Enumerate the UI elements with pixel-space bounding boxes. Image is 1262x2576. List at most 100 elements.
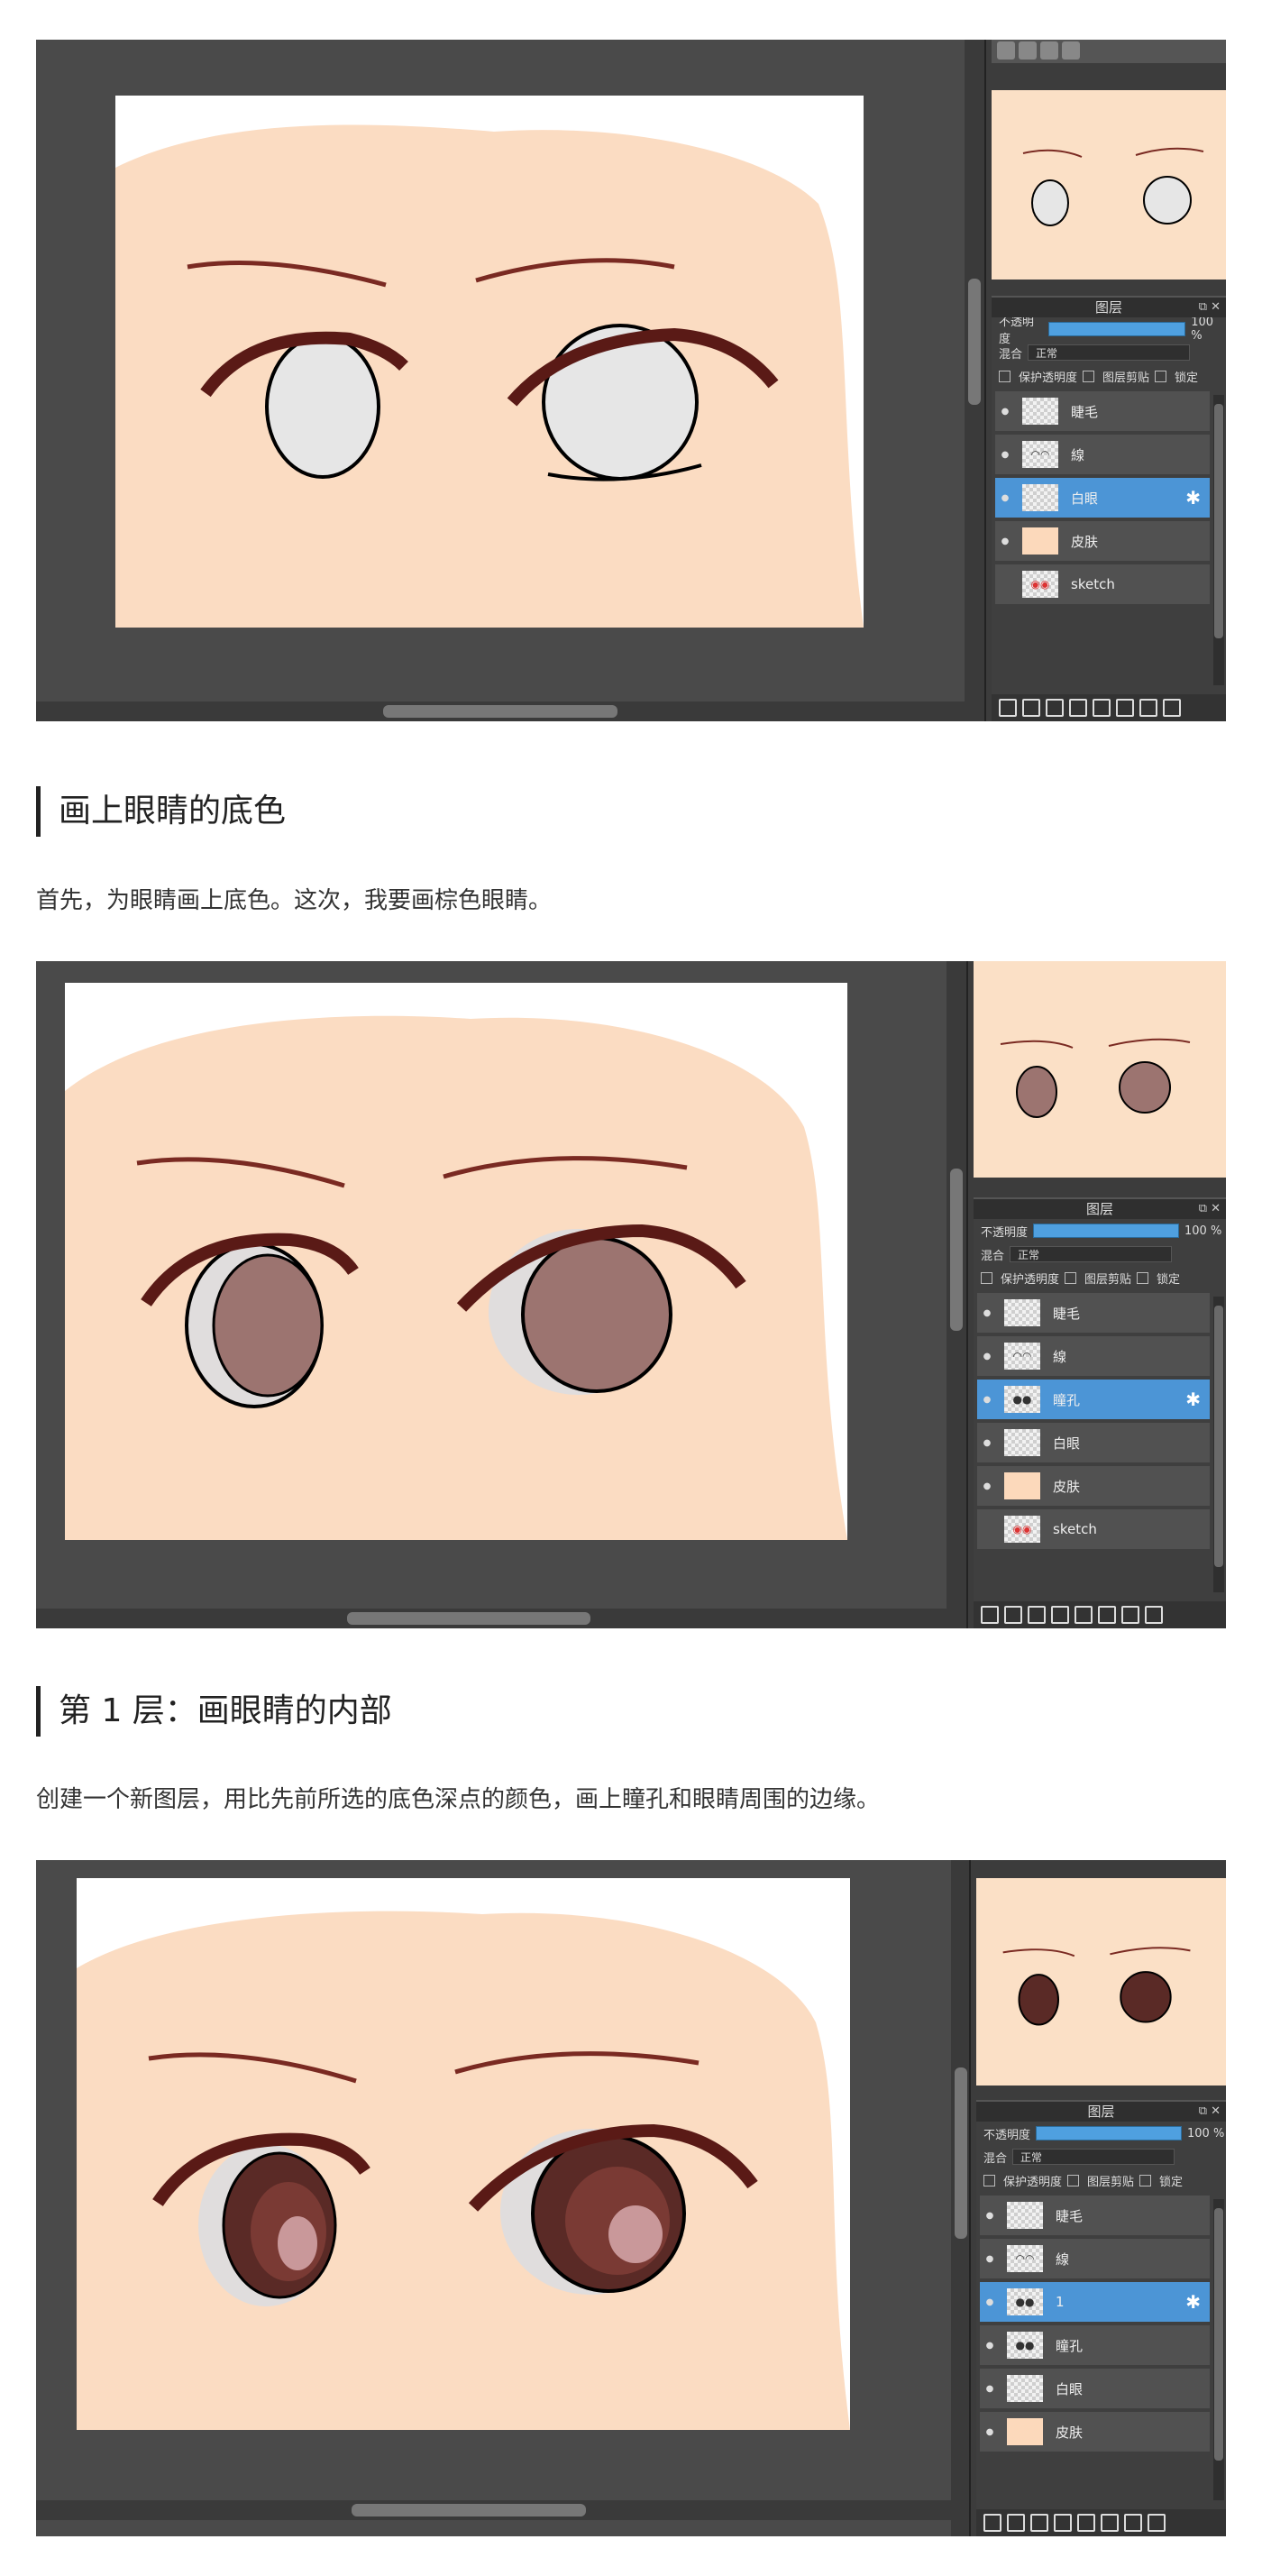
layer-row[interactable]: ● 白眼 xyxy=(980,2369,1210,2408)
visibility-icon[interactable]: ● xyxy=(995,493,1015,503)
add-layer-menu-icon[interactable] xyxy=(1069,699,1087,717)
gear-icon[interactable]: ✱ xyxy=(1185,1389,1201,1410)
new-layer-icon[interactable] xyxy=(1004,1606,1022,1624)
opacity-slider[interactable] xyxy=(1033,1224,1180,1238)
opacity-slider[interactable] xyxy=(1036,2126,1183,2141)
trash-icon[interactable] xyxy=(1145,1606,1163,1624)
folder-icon[interactable] xyxy=(1075,1606,1093,1624)
canvas-area[interactable] xyxy=(36,40,965,721)
clip-checkbox[interactable] xyxy=(1067,2174,1080,2186)
rotate-icon[interactable] xyxy=(1062,41,1080,60)
horizontal-scrollbar[interactable] xyxy=(36,2500,951,2520)
gear-icon[interactable]: ✱ xyxy=(1185,2291,1201,2313)
zoom-in-icon[interactable] xyxy=(997,41,1015,60)
copy-layer-icon[interactable] xyxy=(1046,699,1064,717)
visibility-icon[interactable]: ● xyxy=(980,2211,1000,2221)
new-layer-icon[interactable] xyxy=(981,1606,999,1624)
blend-mode-select[interactable]: 正常 xyxy=(1012,2149,1175,2165)
blend-mode-select[interactable]: 正常 xyxy=(1010,1246,1173,1262)
visibility-icon[interactable]: ● xyxy=(980,2254,1000,2264)
visibility-icon[interactable]: ● xyxy=(995,407,1015,417)
add-layer-menu-icon[interactable] xyxy=(1054,2514,1072,2532)
lock-checkbox[interactable] xyxy=(1155,370,1167,382)
blend-label: 混合 xyxy=(981,1249,1005,1263)
visibility-icon[interactable]: ● xyxy=(977,1395,997,1405)
fit-icon[interactable] xyxy=(1040,41,1058,60)
copy-layer-icon[interactable] xyxy=(1028,1606,1046,1624)
drawing-paper[interactable] xyxy=(115,96,864,628)
merge-icon[interactable] xyxy=(1116,699,1134,717)
vertical-scrollbar[interactable] xyxy=(965,40,984,721)
layer-row-active[interactable]: ● 白眼 ✱ xyxy=(995,478,1210,518)
visibility-icon[interactable]: ● xyxy=(980,2384,1000,2394)
layer-scrollbar[interactable] xyxy=(1213,395,1224,685)
folder-icon[interactable] xyxy=(1077,2514,1095,2532)
layer-row[interactable]: ◉◉ sketch xyxy=(995,564,1210,604)
visibility-icon[interactable]: ● xyxy=(980,2341,1000,2351)
canvas-area[interactable] xyxy=(36,1860,951,2536)
visibility-icon[interactable]: ● xyxy=(995,450,1015,460)
new-layer-icon[interactable] xyxy=(999,699,1017,717)
merge-icon[interactable] xyxy=(1098,1606,1116,1624)
layer-scrollbar[interactable] xyxy=(1213,1297,1224,1592)
add-layer-menu-icon[interactable] xyxy=(1051,1606,1069,1624)
layer-row[interactable]: ● ◠◠ 線 xyxy=(980,2239,1210,2278)
layer-row[interactable]: ● 皮肤 xyxy=(980,2412,1210,2452)
horizontal-scrollbar[interactable] xyxy=(36,701,965,721)
layer-row[interactable]: ● ◠◠ 線 xyxy=(995,435,1210,474)
visibility-icon[interactable]: ● xyxy=(977,1481,997,1491)
trash-icon[interactable] xyxy=(1163,699,1181,717)
layer-row[interactable]: ◉◉ sketch xyxy=(977,1509,1210,1549)
drawing-paper[interactable] xyxy=(65,983,847,1540)
layer-row[interactable]: ● 皮肤 xyxy=(977,1466,1210,1506)
clip-checkbox[interactable] xyxy=(1083,370,1095,382)
visibility-icon[interactable]: ● xyxy=(977,1352,997,1361)
mask-icon[interactable] xyxy=(1121,1606,1139,1624)
visibility-icon[interactable]: ● xyxy=(977,1438,997,1448)
merge-icon[interactable] xyxy=(1101,2514,1119,2532)
mask-icon[interactable] xyxy=(1124,2514,1142,2532)
layer-thumbnail: ◠◠ xyxy=(1007,2245,1043,2272)
canvas-area[interactable] xyxy=(36,961,946,1628)
layer-list: ● 睫毛 ● ◠◠ 線 ● ●● 瞳孔 ✱ ● 白眼 ● 皮肤 ◉◉ sketch xyxy=(977,1293,1210,1549)
lock-checkbox[interactable] xyxy=(1139,2174,1152,2186)
layer-row-active[interactable]: ● ●● 1 ✱ xyxy=(980,2282,1210,2322)
mask-icon[interactable] xyxy=(1139,699,1157,717)
layer-row[interactable]: ● ●● 瞳孔 xyxy=(980,2325,1210,2365)
gear-icon[interactable]: ✱ xyxy=(1185,487,1201,509)
folder-icon[interactable] xyxy=(1093,699,1111,717)
panel-controls[interactable]: ⧉ ✕ xyxy=(1199,1199,1221,1219)
zoom-out-icon[interactable] xyxy=(1019,41,1037,60)
horizontal-scrollbar[interactable] xyxy=(36,1609,946,1628)
vertical-scrollbar[interactable] xyxy=(946,961,966,1628)
vertical-scrollbar[interactable] xyxy=(951,1860,971,2536)
visibility-icon[interactable]: ● xyxy=(980,2427,1000,2437)
layer-row[interactable]: ● 睫毛 xyxy=(995,391,1210,431)
new-layer-icon[interactable] xyxy=(1022,699,1040,717)
panel-controls[interactable]: ⧉ ✕ xyxy=(1199,298,1221,317)
new-layer-icon[interactable] xyxy=(983,2514,1001,2532)
lock-checkbox[interactable] xyxy=(1137,1271,1149,1284)
layer-row[interactable]: ● 睫毛 xyxy=(977,1293,1210,1333)
layer-scrollbar[interactable] xyxy=(1213,2199,1224,2500)
layer-row[interactable]: ● 皮肤 xyxy=(995,521,1210,561)
trash-icon[interactable] xyxy=(1148,2514,1166,2532)
layer-row[interactable]: ● 白眼 xyxy=(977,1423,1210,1462)
blend-mode-select[interactable]: 正常 xyxy=(1028,344,1191,361)
clip-checkbox[interactable] xyxy=(1065,1271,1077,1284)
opacity-slider[interactable] xyxy=(1047,322,1186,336)
clip-label: 图层剪贴 xyxy=(1084,1272,1132,1287)
protect-checkbox[interactable] xyxy=(999,370,1011,382)
layer-row-active[interactable]: ● ●● 瞳孔 ✱ xyxy=(977,1380,1210,1419)
visibility-icon[interactable]: ● xyxy=(977,1308,997,1318)
protect-checkbox[interactable] xyxy=(981,1271,992,1284)
layer-row[interactable]: ● ◠◠ 線 xyxy=(977,1336,1210,1376)
layer-row[interactable]: ● 睫毛 xyxy=(980,2196,1210,2235)
visibility-icon[interactable]: ● xyxy=(980,2297,1000,2307)
visibility-icon[interactable]: ● xyxy=(995,536,1015,546)
protect-checkbox[interactable] xyxy=(983,2174,995,2186)
copy-layer-icon[interactable] xyxy=(1030,2514,1048,2532)
panel-controls[interactable]: ⧉ ✕ xyxy=(1199,2102,1221,2122)
drawing-paper[interactable] xyxy=(77,1878,850,2430)
new-layer-icon[interactable] xyxy=(1007,2514,1025,2532)
